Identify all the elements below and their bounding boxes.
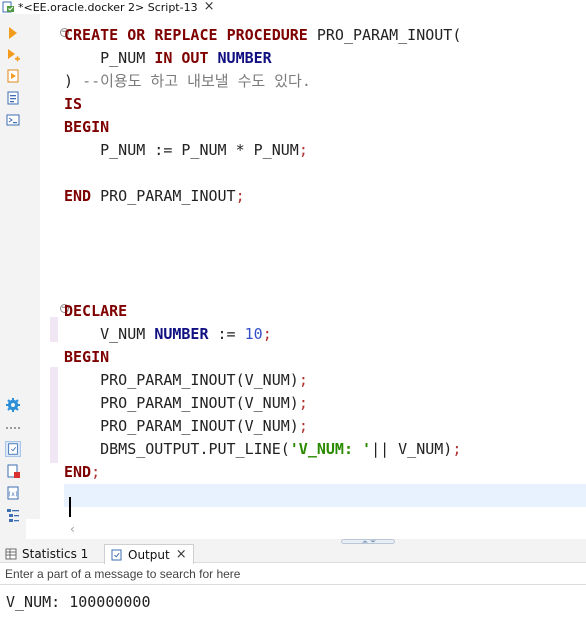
code-line-1: CREATE OR REPLACE PROCEDURE PRO_PARAM_IN… [64,26,462,44]
error-script-icon[interactable] [5,463,21,479]
explain-plan-icon[interactable] [5,90,21,106]
execute-in-new-tab-icon[interactable] [5,68,21,84]
text-caret [69,497,71,517]
line-ruler: − − [40,14,69,519]
editor-gutter [26,14,40,519]
code-line-2: P_NUM IN OUT NUMBER [100,49,272,67]
editor-left-toolbar: (x) [0,14,26,539]
editor-tab-bar: *<EE.oracle.docker 2> Script-13 × [0,0,586,14]
active-script-icon[interactable] [5,441,21,457]
horizontal-scrollbar[interactable]: ‹ [64,519,586,539]
code-line-4: IS [64,95,83,113]
results-tab-bar: Statistics 1 Output × [0,544,586,564]
tab-statistics-1[interactable]: Statistics 1 [5,544,102,563]
editor-tab-script-13[interactable]: *<EE.oracle.docker 2> Script-13 × [0,0,215,14]
change-marker [50,317,58,342]
output-filter-bar [0,564,586,585]
tab-output[interactable]: Output × [104,544,194,564]
output-icon [111,549,123,561]
execute-script-icon[interactable] [5,47,21,63]
code-line-20: END; [64,463,101,481]
close-icon[interactable]: × [204,0,215,13]
svg-text:(x): (x) [8,491,19,498]
output-search-input[interactable] [5,567,575,581]
code-line-8: END PRO_PARAM_INOUT; [64,187,245,205]
tab-statistics-label: Statistics 1 [22,546,89,561]
code-line-17: PRO_PARAM_INOUT(V_NUM); [100,394,308,412]
code-area[interactable]: CREATE OR REPLACE PROCEDURE PRO_PARAM_IN… [64,24,586,519]
variables-icon[interactable]: (x) [5,485,21,501]
sql-script-icon [2,1,15,13]
code-line-3: ) --이용도 하고 내보낼 수도 있다. [64,72,311,90]
code-line-13: DECLARE [64,302,128,320]
editor-tab-title: *<EE.oracle.docker 2> Script-13 [18,0,198,14]
code-line-18: PRO_PARAM_INOUT(V_NUM); [100,417,308,435]
code-line-6: P_NUM := P_NUM * P_NUM; [100,141,308,159]
change-marker [50,367,58,463]
code-line-14: V_NUM NUMBER := 10; [100,325,272,343]
toolbar-separator [6,427,20,429]
code-line-19: DBMS_OUTPUT.PUT_LINE('V_NUM: '|| V_NUM); [100,440,462,458]
close-icon[interactable]: × [176,547,187,562]
settings-gear-icon[interactable] [5,397,21,413]
open-console-icon[interactable] [5,112,21,128]
results-panel: Statistics 1 Output × V_NUM: 100000000 [0,544,586,625]
outline-icon[interactable] [5,507,21,523]
output-log-text: V_NUM: 100000000 [6,593,151,611]
statistics-icon [5,548,17,560]
code-line-16: PRO_PARAM_INOUT(V_NUM); [100,371,308,389]
sql-editor[interactable]: − − CREATE OR REPLACE PROCEDURE PRO_PARA… [26,14,586,539]
code-line-5: BEGIN [64,118,110,136]
scroll-left-icon[interactable]: ‹ [70,522,75,536]
code-line-15: BEGIN [64,348,110,366]
tab-output-label: Output [128,547,170,562]
execute-statement-icon[interactable] [5,25,21,41]
current-line-highlight [64,484,586,507]
